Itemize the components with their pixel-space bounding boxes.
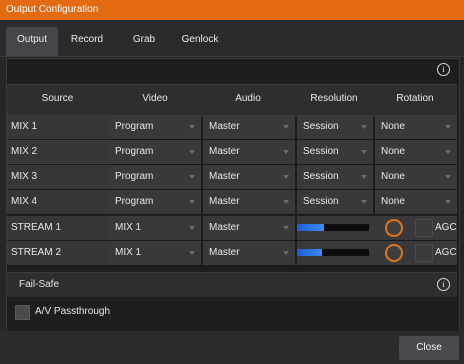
audio-level-meter (297, 224, 369, 231)
chevron-down-icon (283, 125, 289, 129)
info-icon[interactable]: i (437, 63, 450, 76)
chevron-down-icon (189, 226, 195, 230)
audio-select[interactable]: Master (203, 216, 295, 240)
meter-fill (297, 224, 325, 231)
chevron-down-icon (189, 175, 195, 179)
chevron-down-icon (189, 150, 195, 154)
rotation-select[interactable]: None (375, 190, 457, 214)
chevron-down-icon (283, 175, 289, 179)
audio-select[interactable]: Master (203, 190, 295, 214)
video-select[interactable]: Program (109, 140, 201, 164)
bottom-bar (0, 331, 464, 364)
tab-genlock[interactable]: Genlock (176, 27, 224, 56)
resolution-select[interactable]: Session (297, 165, 373, 189)
table-row: MIX 2 Program Master Session None (7, 140, 457, 165)
rotation-select[interactable]: None (375, 140, 457, 164)
gain-knob[interactable] (385, 219, 403, 237)
tab-grab[interactable]: Grab (122, 27, 166, 56)
source-label: STREAM 1 (7, 216, 113, 240)
close-button[interactable]: Close (399, 336, 459, 360)
tab-output[interactable]: Output (6, 27, 58, 56)
chevron-down-icon (361, 125, 367, 129)
chevron-down-icon (445, 200, 451, 204)
rotation-select[interactable]: None (375, 115, 457, 139)
failsafe-header: Fail-Safe (7, 272, 457, 297)
tab-record[interactable]: Record (62, 27, 112, 56)
table-row: MIX 1 Program Master Session None (7, 115, 457, 140)
chevron-down-icon (189, 200, 195, 204)
table-row: STREAM 2 MIX 1 Master AGC (7, 241, 457, 266)
output-configuration-window: Output Configuration Output Record Grab … (0, 0, 464, 364)
chevron-down-icon (361, 150, 367, 154)
audio-select[interactable]: Master (203, 241, 295, 265)
info-icon[interactable]: i (437, 278, 450, 291)
title-bar: Output Configuration (0, 0, 464, 20)
table-row: MIX 4 Program Master Session None (7, 190, 457, 215)
chevron-down-icon (283, 150, 289, 154)
header-video: Video (142, 93, 168, 104)
chevron-down-icon (361, 175, 367, 179)
source-label: STREAM 2 (7, 241, 113, 265)
chevron-down-icon (283, 226, 289, 230)
meter-fill (297, 249, 323, 256)
source-label: MIX 1 (7, 115, 113, 139)
video-select[interactable]: MIX 1 (109, 241, 201, 265)
chevron-down-icon (189, 251, 195, 255)
chevron-down-icon (361, 200, 367, 204)
video-select[interactable]: MIX 1 (109, 216, 201, 240)
agc-toggle[interactable] (415, 244, 433, 262)
av-passthrough-checkbox[interactable] (15, 305, 30, 320)
failsafe-title: Fail-Safe (19, 279, 60, 290)
source-label: MIX 2 (7, 140, 113, 164)
chevron-down-icon (189, 125, 195, 129)
table-row: MIX 3 Program Master Session None (7, 165, 457, 190)
video-select[interactable]: Program (109, 115, 201, 139)
source-label: MIX 4 (7, 190, 113, 214)
video-select[interactable]: Program (109, 190, 201, 214)
av-passthrough-label: A/V Passthrough (35, 306, 111, 317)
header-rotation: Rotation (396, 93, 434, 104)
gain-knob[interactable] (385, 244, 403, 262)
header-resolution: Resolution (310, 93, 358, 104)
header-audio: Audio (235, 93, 261, 104)
audio-select[interactable]: Master (203, 140, 295, 164)
tab-bar: Output Record Grab Genlock (0, 20, 464, 57)
resolution-select[interactable]: Session (297, 140, 373, 164)
audio-controls: AGC (297, 241, 457, 265)
rotation-select[interactable]: None (375, 165, 457, 189)
chevron-down-icon (445, 175, 451, 179)
audio-select[interactable]: Master (203, 165, 295, 189)
chevron-down-icon (445, 125, 451, 129)
audio-level-meter (297, 249, 369, 256)
chevron-down-icon (445, 150, 451, 154)
audio-select[interactable]: Master (203, 115, 295, 139)
chevron-down-icon (283, 200, 289, 204)
chevron-down-icon (283, 251, 289, 255)
header-source: Source (41, 93, 74, 104)
video-select[interactable]: Program (109, 165, 201, 189)
source-label: MIX 3 (7, 165, 113, 189)
window-title: Output Configuration (6, 4, 99, 15)
resolution-select[interactable]: Session (297, 190, 373, 214)
agc-label: AGC (435, 222, 457, 233)
resolution-select[interactable]: Session (297, 115, 373, 139)
agc-label: AGC (435, 247, 457, 258)
audio-controls: AGC (297, 216, 457, 240)
agc-toggle[interactable] (415, 219, 433, 237)
table-row: STREAM 1 MIX 1 Master AGC (7, 216, 457, 241)
